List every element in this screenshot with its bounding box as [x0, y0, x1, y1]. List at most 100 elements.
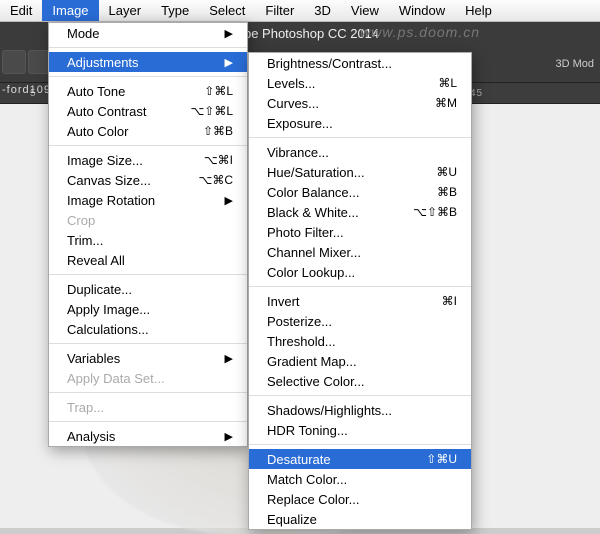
image-menu: Mode▶Adjustments▶Auto Tone⇧⌘LAuto Contra… — [48, 22, 248, 447]
menu-item-trim[interactable]: Trim... — [49, 230, 247, 250]
menu-item-label: Selective Color... — [267, 374, 457, 389]
menu-item-label: Vibrance... — [267, 145, 457, 160]
submenu-arrow-icon: ▶ — [225, 430, 233, 443]
menu-separator — [49, 274, 247, 275]
menu-item-label: Auto Tone — [67, 84, 174, 99]
menu-3d[interactable]: 3D — [304, 0, 341, 21]
menu-item-label: Canvas Size... — [67, 173, 169, 188]
mac-menubar: EditImageLayerTypeSelectFilter3DViewWind… — [0, 0, 600, 22]
menu-help[interactable]: Help — [455, 0, 502, 21]
menu-item-variables[interactable]: Variables ▶ — [49, 348, 247, 368]
menu-item-reveal-all[interactable]: Reveal All — [49, 250, 247, 270]
menu-item-equalize[interactable]: Equalize — [249, 509, 471, 529]
menu-item-shortcut: ⌘L — [438, 76, 457, 90]
menu-item-trap: Trap... — [49, 397, 247, 417]
workspace-label[interactable]: 3D Mod — [555, 58, 594, 70]
menu-image[interactable]: Image — [42, 0, 98, 21]
menu-item-vibrance[interactable]: Vibrance... — [249, 142, 471, 162]
menu-view[interactable]: View — [341, 0, 389, 21]
watermark: www.ps.doom.cn — [360, 24, 480, 40]
menu-item-label: Color Balance... — [267, 185, 407, 200]
menu-item-replace-color[interactable]: Replace Color... — [249, 489, 471, 509]
menu-item-hue-saturation[interactable]: Hue/Saturation...⌘U — [249, 162, 471, 182]
menu-item-shortcut: ⇧⌘U — [426, 452, 457, 466]
menu-item-black-white[interactable]: Black & White...⌥⇧⌘B — [249, 202, 471, 222]
menu-window[interactable]: Window — [389, 0, 455, 21]
menu-type[interactable]: Type — [151, 0, 199, 21]
menu-item-label: Posterize... — [267, 314, 457, 329]
menu-item-label: Hue/Saturation... — [267, 165, 406, 180]
menu-separator — [49, 145, 247, 146]
menu-item-label: Auto Contrast — [67, 104, 160, 119]
submenu-arrow-icon: ▶ — [225, 194, 233, 207]
menu-item-exposure[interactable]: Exposure... — [249, 113, 471, 133]
menu-item-image-size[interactable]: Image Size...⌥⌘I — [49, 150, 247, 170]
submenu-arrow-icon: ▶ — [225, 352, 233, 365]
menu-item-duplicate[interactable]: Duplicate... — [49, 279, 247, 299]
menu-separator — [249, 286, 471, 287]
menu-separator — [49, 392, 247, 393]
menu-item-mode[interactable]: Mode ▶ — [49, 23, 247, 43]
menu-item-match-color[interactable]: Match Color... — [249, 469, 471, 489]
menu-item-auto-color[interactable]: Auto Color⇧⌘B — [49, 121, 247, 141]
menu-separator — [49, 343, 247, 344]
menu-filter[interactable]: Filter — [255, 0, 304, 21]
menu-item-label: Reveal All — [67, 253, 233, 268]
menu-item-label: Brightness/Contrast... — [267, 56, 457, 71]
menu-item-posterize[interactable]: Posterize... — [249, 311, 471, 331]
menu-item-selective-color[interactable]: Selective Color... — [249, 371, 471, 391]
menu-item-label: Shadows/Highlights... — [267, 403, 457, 418]
tool-button[interactable] — [2, 50, 26, 74]
menu-item-label: Gradient Map... — [267, 354, 457, 369]
menu-select[interactable]: Select — [199, 0, 255, 21]
menu-item-apply-image[interactable]: Apply Image... — [49, 299, 247, 319]
menu-item-photo-filter[interactable]: Photo Filter... — [249, 222, 471, 242]
menu-item-auto-tone[interactable]: Auto Tone ⇧⌘L — [49, 81, 247, 101]
menu-item-label: Image Rotation — [67, 193, 205, 208]
menu-item-label: Adjustments — [67, 55, 205, 70]
menu-item-gradient-map[interactable]: Gradient Map... — [249, 351, 471, 371]
menu-item-threshold[interactable]: Threshold... — [249, 331, 471, 351]
menu-separator — [249, 444, 471, 445]
menu-item-crop: Crop — [49, 210, 247, 230]
menu-item-invert[interactable]: Invert ⌘I — [249, 291, 471, 311]
menu-item-levels[interactable]: Levels... ⌘L — [249, 73, 471, 93]
menu-item-auto-contrast[interactable]: Auto Contrast⌥⇧⌘L — [49, 101, 247, 121]
menu-item-canvas-size[interactable]: Canvas Size... ⌥⌘C — [49, 170, 247, 190]
menu-item-color-lookup[interactable]: Color Lookup... — [249, 262, 471, 282]
menu-item-curves[interactable]: Curves...⌘M — [249, 93, 471, 113]
menu-item-shortcut: ⌥⌘C — [199, 173, 234, 187]
menu-item-adjustments[interactable]: Adjustments▶ — [49, 52, 247, 72]
menu-item-analysis[interactable]: Analysis▶ — [49, 426, 247, 446]
menu-item-shortcut: ⇧⌘L — [204, 84, 233, 98]
menu-item-hdr-toning[interactable]: HDR Toning... — [249, 420, 471, 440]
menu-item-label: Mode — [67, 26, 205, 41]
menu-layer[interactable]: Layer — [99, 0, 152, 21]
menu-item-label: Desaturate — [267, 452, 396, 467]
menu-item-calculations[interactable]: Calculations... — [49, 319, 247, 339]
menu-edit[interactable]: Edit — [0, 0, 42, 21]
menu-item-channel-mixer[interactable]: Channel Mixer... — [249, 242, 471, 262]
submenu-arrow-icon: ▶ — [225, 27, 233, 40]
menu-item-label: Threshold... — [267, 334, 457, 349]
menu-item-label: HDR Toning... — [267, 423, 457, 438]
menu-item-label: Duplicate... — [67, 282, 233, 297]
menu-item-label: Invert — [267, 294, 412, 309]
menu-item-brightness-contrast[interactable]: Brightness/Contrast... — [249, 53, 471, 73]
menu-item-desaturate[interactable]: Desaturate ⇧⌘U — [249, 449, 471, 469]
menu-item-apply-data-set: Apply Data Set... — [49, 368, 247, 388]
menu-item-label: Apply Image... — [67, 302, 233, 317]
menu-item-label: Image Size... — [67, 153, 174, 168]
menu-item-image-rotation[interactable]: Image Rotation ▶ — [49, 190, 247, 210]
menu-item-label: Variables — [67, 351, 205, 366]
menu-item-shortcut: ⌘I — [442, 294, 457, 308]
menu-item-label: Apply Data Set... — [67, 371, 233, 386]
menu-item-label: Calculations... — [67, 322, 233, 337]
menu-item-color-balance[interactable]: Color Balance...⌘B — [249, 182, 471, 202]
menu-item-label: Exposure... — [267, 116, 457, 131]
menu-item-shadows-highlights[interactable]: Shadows/Highlights... — [249, 400, 471, 420]
menu-separator — [49, 47, 247, 48]
menu-separator — [249, 395, 471, 396]
menu-item-label: Levels... — [267, 76, 408, 91]
menu-item-label: Channel Mixer... — [267, 245, 457, 260]
